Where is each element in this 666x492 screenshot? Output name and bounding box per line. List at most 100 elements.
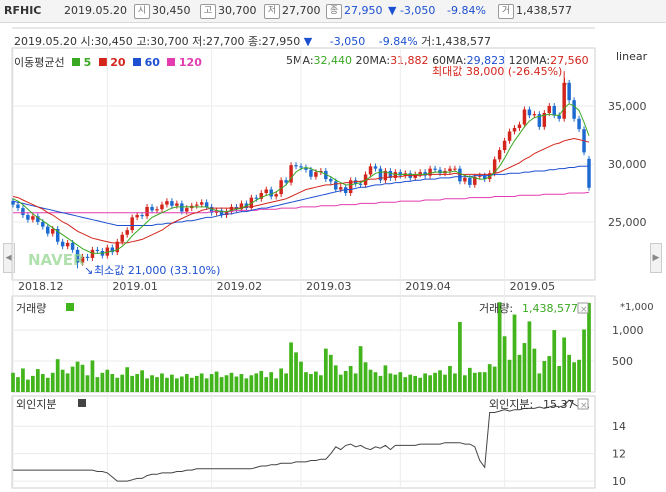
volume-bar	[438, 370, 442, 392]
candle-body	[433, 168, 437, 170]
volume-bar	[567, 354, 571, 392]
volume-bar	[294, 352, 298, 392]
volume-bar	[269, 372, 274, 392]
foreign-title: 외인지분	[16, 398, 56, 411]
max-annotation: 최대값 38,000 (-26.45%)	[432, 65, 562, 78]
candle-body	[309, 169, 313, 177]
candle-body	[60, 241, 65, 247]
price-tick-label: 25,000	[608, 216, 647, 229]
candle-body	[26, 215, 30, 220]
candle-body	[204, 202, 209, 207]
volume-bar	[189, 377, 194, 392]
candle-body	[463, 177, 467, 182]
foreign-value-label: 외인지분:	[489, 398, 533, 411]
volume-bar	[194, 375, 199, 392]
candle-body	[453, 168, 457, 170]
candle-body	[165, 201, 169, 205]
candle-body	[145, 206, 149, 217]
volume-bar	[358, 346, 363, 392]
price-tick-label: 30,000	[608, 158, 647, 171]
candle-body	[334, 181, 338, 190]
volume-bar	[214, 371, 219, 392]
volume-bar	[239, 374, 244, 392]
volume-bar	[482, 372, 487, 392]
volume-bar	[363, 362, 368, 392]
volume-bar	[259, 370, 264, 392]
foreign-close-icon[interactable]: ×	[580, 401, 588, 411]
volume-bar	[343, 370, 348, 392]
candle-body	[557, 115, 561, 119]
volume-bar	[165, 377, 169, 392]
volume-bar	[184, 374, 189, 392]
candle-body	[70, 242, 75, 250]
volume-bar	[428, 375, 432, 392]
volume-bar	[572, 362, 576, 392]
volume-bar	[85, 375, 90, 392]
candle-body	[90, 249, 95, 258]
volume-bar	[60, 369, 65, 392]
volume-bar	[11, 372, 15, 392]
volume-bar	[448, 365, 452, 392]
volume-bar	[274, 378, 279, 392]
volume-bar	[502, 336, 507, 392]
volume-bar	[443, 374, 447, 392]
volume-bar	[100, 372, 105, 392]
volume-bar	[408, 374, 413, 392]
max-arrow-icon: ↓	[560, 76, 569, 89]
volume-bar	[403, 377, 408, 392]
date-label: 2019.03	[306, 280, 352, 293]
volume-bar	[472, 372, 477, 392]
volume-bar	[160, 373, 164, 392]
volume-bar	[45, 377, 50, 392]
candle-body	[458, 168, 462, 182]
date-label: 2019.02	[217, 280, 263, 293]
candle-body	[314, 172, 318, 177]
price-tick-label: 35,000	[608, 100, 647, 113]
volume-bar	[264, 377, 269, 392]
volume-bar	[348, 365, 353, 392]
volume-bar	[204, 378, 209, 392]
volume-bar	[155, 377, 159, 392]
volume-bar	[433, 372, 437, 392]
candle-body	[130, 217, 134, 231]
candle-body	[170, 201, 174, 206]
candle-body	[527, 109, 532, 116]
watermark: NAVER	[28, 251, 85, 269]
candle-body	[254, 197, 259, 199]
stock-chart: 25,000 30,000 35,000 2018.12 2019.01 2019.02 2…	[11, 27, 654, 489]
volume-bar	[314, 371, 318, 392]
volume-bar	[487, 364, 492, 392]
candle-body	[512, 128, 517, 132]
candle-body	[358, 183, 363, 185]
candle-body	[199, 202, 204, 205]
volume-bar	[383, 365, 388, 392]
volume-bar	[328, 354, 333, 392]
volume-bar	[338, 374, 343, 392]
candle-body	[16, 204, 20, 209]
volume-bar	[105, 369, 110, 392]
volume-bar	[582, 329, 586, 392]
volume-bar	[50, 372, 55, 392]
candle-body	[502, 140, 507, 151]
candle-body	[264, 189, 268, 193]
volume-bar	[577, 359, 581, 392]
volume-bar	[21, 368, 25, 392]
candle-body	[448, 168, 452, 171]
candle-body	[587, 158, 591, 188]
volume-bar	[532, 348, 537, 392]
volume-bar	[522, 343, 527, 392]
volume-bar	[418, 377, 423, 392]
candle-body	[140, 215, 144, 217]
volume-bar	[140, 370, 144, 392]
volume-close-icon[interactable]: ×	[580, 305, 588, 315]
volume-bar	[145, 378, 149, 392]
volume-title-swatch	[66, 303, 74, 311]
volume-bar	[323, 348, 328, 392]
volume-bar	[70, 366, 75, 392]
min-arrow-icon: ↘	[84, 264, 93, 277]
volume-bar	[289, 342, 293, 392]
date-label: 2019.05	[510, 280, 555, 293]
volume-bar	[477, 372, 482, 392]
volume-bar	[244, 378, 249, 392]
volume-tick-label: 500	[612, 355, 633, 368]
